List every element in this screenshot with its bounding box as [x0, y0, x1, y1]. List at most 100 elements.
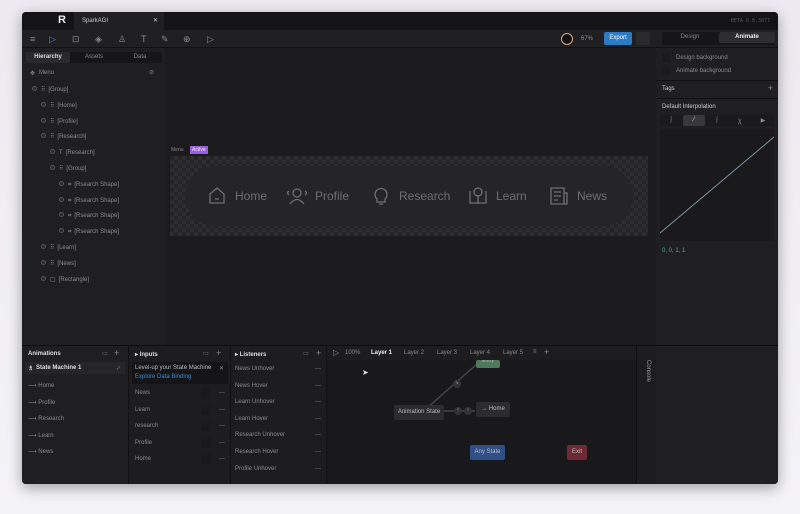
add-icon[interactable]: +: [316, 348, 321, 358]
tree-item[interactable]: ⠿ [Profile]: [41, 117, 78, 128]
remove-listener-icon[interactable]: —: [315, 383, 321, 389]
menu-icon[interactable]: ≡: [30, 34, 35, 44]
remove-listener-icon[interactable]: —: [315, 416, 321, 422]
hold-icon[interactable]: ʃ: [660, 115, 682, 126]
listener-item[interactable]: Research Hover —: [235, 449, 327, 459]
add-icon[interactable]: +: [216, 348, 221, 358]
add-tag-icon[interactable]: +: [768, 83, 773, 93]
expand-toggle-icon[interactable]: [41, 117, 46, 123]
animate-bg-swatch[interactable]: [662, 67, 670, 75]
explore-data-binding-link[interactable]: Explore Data Binding: [135, 374, 191, 380]
expand-toggle-icon[interactable]: [41, 133, 46, 139]
avatar[interactable]: [561, 33, 573, 45]
transition-right-icon[interactable]: ›: [464, 407, 472, 415]
input-value-toggle[interactable]: [201, 454, 211, 465]
remove-input-icon[interactable]: —: [219, 390, 225, 396]
folder-icon[interactable]: ▭: [102, 350, 108, 357]
menu-bar[interactable]: Home Profile Research Learn News: [185, 166, 633, 226]
elastic-icon[interactable]: Ꭓ: [729, 115, 751, 126]
tree-item[interactable]: T [Research]: [50, 149, 95, 159]
link-icon[interactable]: ⊘: [149, 69, 154, 76]
remove-listener-icon[interactable]: —: [315, 449, 321, 455]
remove-listener-icon[interactable]: —: [315, 432, 321, 438]
zoom-level[interactable]: 67%: [581, 36, 593, 42]
remove-input-icon[interactable]: —: [219, 440, 225, 446]
expand-toggle-icon[interactable]: [59, 180, 64, 186]
design-bg-swatch[interactable]: [662, 54, 670, 62]
text-tool-icon[interactable]: T: [141, 34, 147, 44]
linear-icon[interactable]: ⁄: [683, 115, 705, 126]
exit-state-node[interactable]: Exit: [567, 445, 587, 460]
animation-item[interactable]: ⟶ Research: [28, 415, 64, 425]
cubic-icon[interactable]: ∫: [706, 115, 728, 126]
input-value-toggle[interactable]: [201, 421, 211, 432]
rive-logo-icon[interactable]: R: [58, 14, 66, 26]
export-button[interactable]: Export: [604, 32, 632, 45]
tree-item[interactable]: ⌗ [Rsearch Shape]: [59, 196, 119, 207]
input-item[interactable]: Profile —: [135, 437, 231, 450]
input-value-toggle[interactable]: [201, 388, 211, 398]
expand-toggle-icon[interactable]: [50, 165, 55, 170]
folder-icon[interactable]: ▭: [303, 350, 309, 357]
animation-item[interactable]: ⟶ Learn: [28, 432, 54, 442]
listener-item[interactable]: News Hover —: [235, 383, 327, 393]
steps-icon[interactable]: ▶: [752, 115, 774, 126]
transition-left-icon[interactable]: ‹: [454, 407, 462, 415]
expand-toggle-icon[interactable]: [50, 149, 55, 155]
animation-item[interactable]: ⟶ News: [28, 448, 53, 458]
input-value-toggle[interactable]: [201, 437, 211, 448]
artboard-name[interactable]: Menu: [39, 70, 54, 76]
artboard-tool-icon[interactable]: ⊡: [72, 34, 80, 45]
entry-state[interactable]: Entry: [476, 360, 500, 368]
remove-listener-icon[interactable]: —: [315, 366, 321, 372]
nav-news[interactable]: News: [549, 186, 607, 206]
any-state-node[interactable]: Any State: [470, 445, 505, 460]
listener-item[interactable]: News Unhover —: [235, 366, 327, 376]
tree-item[interactable]: ⠿ [News]: [41, 259, 76, 270]
tree-item[interactable]: ⌗ [Rsearch Shape]: [59, 212, 119, 222]
bone-tool-icon[interactable]: ♙: [118, 34, 126, 45]
artboard[interactable]: Home Profile Research Learn News: [170, 156, 648, 236]
tree-item[interactable]: ⠿ [Learn]: [41, 244, 76, 254]
expand-toggle-icon[interactable]: [41, 101, 46, 107]
tree-item[interactable]: ▢ [Rectangle]: [41, 275, 89, 286]
expand-toggle-icon[interactable]: [41, 244, 46, 249]
state-machine-item[interactable]: ♗ State Machine 1 ✓: [25, 362, 125, 374]
tab-data[interactable]: Data: [118, 52, 162, 63]
listener-item[interactable]: Research Unhover —: [235, 432, 327, 442]
remove-listener-icon[interactable]: —: [315, 466, 321, 472]
animation-item[interactable]: ⟶ Profile: [28, 399, 55, 409]
listener-item[interactable]: Learn Hover —: [235, 416, 327, 426]
transition-icon[interactable]: ↳: [453, 380, 461, 388]
folder-icon[interactable]: ▭: [203, 350, 209, 357]
input-item[interactable]: Home —: [135, 454, 231, 466]
expand-toggle-icon[interactable]: [59, 196, 64, 202]
console-strip[interactable]: Console: [636, 346, 656, 484]
tab-animate[interactable]: Animate: [719, 32, 775, 43]
brush-tool-icon[interactable]: ✎: [161, 34, 169, 45]
input-item[interactable]: research —: [135, 421, 231, 433]
listener-item[interactable]: Learn Unhover —: [235, 399, 327, 409]
nav-home[interactable]: Home: [207, 186, 267, 206]
expand-toggle-icon[interactable]: [59, 212, 64, 218]
file-tab[interactable]: SparkAGI ✕: [74, 12, 164, 30]
animation-state-node[interactable]: Animation State: [394, 405, 444, 420]
share-button[interactable]: [636, 32, 650, 45]
animation-item[interactable]: ⟶ Home: [28, 382, 54, 392]
tab-design[interactable]: Design: [662, 32, 718, 43]
play-tool-icon[interactable]: ▷: [207, 34, 214, 45]
remove-input-icon[interactable]: —: [219, 407, 225, 413]
input-item[interactable]: News —: [135, 388, 231, 400]
expand-toggle-icon[interactable]: [41, 259, 46, 265]
remove-input-icon[interactable]: —: [219, 456, 225, 462]
nav-profile[interactable]: Profile: [287, 186, 349, 206]
close-icon[interactable]: ✕: [219, 365, 224, 372]
select-tool-icon[interactable]: ▷: [49, 34, 56, 45]
remove-input-icon[interactable]: —: [219, 423, 225, 429]
state-graph[interactable]: ▷ 100% Layer 1 Layer 2 Layer 3 Layer 4 Layer…: [326, 346, 637, 484]
close-tab-icon[interactable]: ✕: [153, 17, 158, 24]
pen-tool-icon[interactable]: ◈: [95, 34, 102, 45]
tab-assets[interactable]: Assets: [72, 52, 116, 63]
tree-item[interactable]: ⠿ [Home]: [41, 101, 77, 112]
canvas[interactable]: Menu Active Home Profile Research Learn …: [165, 48, 656, 345]
